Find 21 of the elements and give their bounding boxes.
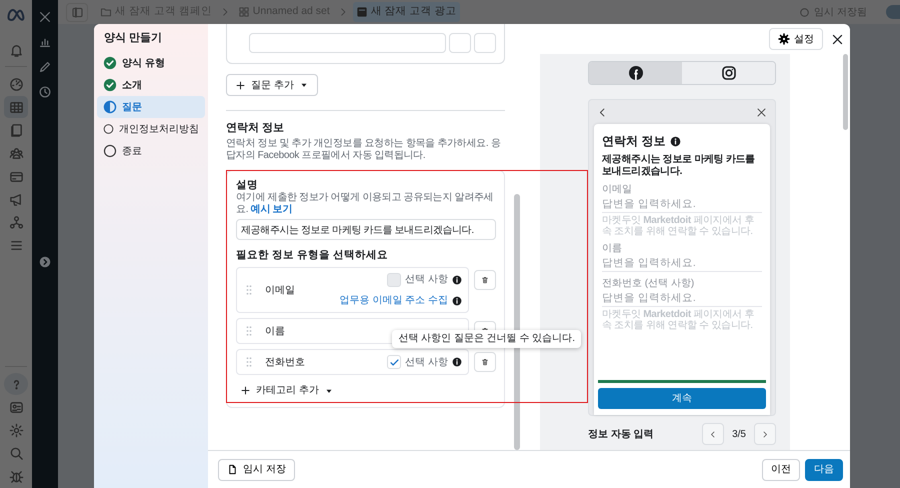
question-note: 마켓두잇 Marketdoit 페이지에서 후속 조치를 위해 연락할 수 있습니다.: [602, 309, 756, 331]
checkbox-label: 선택 사항: [405, 356, 448, 370]
field-name: 전화번호: [265, 356, 305, 370]
form-title: 연락처 정보: [602, 133, 666, 150]
panel-title: 양식 만들기: [104, 32, 164, 44]
field-label: 필요한 정보 유형을 선택하세요: [236, 248, 389, 262]
question-label: 이름: [602, 243, 623, 255]
page-counter: 3/5: [732, 428, 746, 442]
field-name: 이메일: [265, 284, 295, 298]
help-text: 여기에 제출한 정보가 어떻게 이용되고 공유되는지 알려주세요. 예시 보기: [236, 192, 494, 216]
section-description: 연락처 정보 및 추가 개인정보를 요청하는 항목을 추가하세요. 응답자의 Facebook 프로필에서 자동 입력됩니다.: [226, 138, 502, 162]
section-title: 연락처 정보: [226, 121, 286, 135]
question-label: 전화번호 (선택 사항): [602, 278, 696, 290]
field-label: 설명: [236, 178, 259, 192]
form-description: 제공해주시는 정보로 마케팅 카드를 보내드리겠습니다.: [602, 154, 756, 178]
question-label: 이메일: [602, 184, 633, 196]
tooltip: 선택 사항인 질문은 건너뛸 수 있습니다.: [392, 330, 581, 348]
field-name: 이름: [265, 324, 285, 338]
checkbox-label: 선택 사항: [405, 273, 448, 287]
autofill-label: 정보 자동 입력: [588, 428, 654, 442]
question-note: 마켓두잇 Marketdoit 페이지에서 후속 조치를 위해 연락할 수 있습니다.: [602, 215, 756, 237]
